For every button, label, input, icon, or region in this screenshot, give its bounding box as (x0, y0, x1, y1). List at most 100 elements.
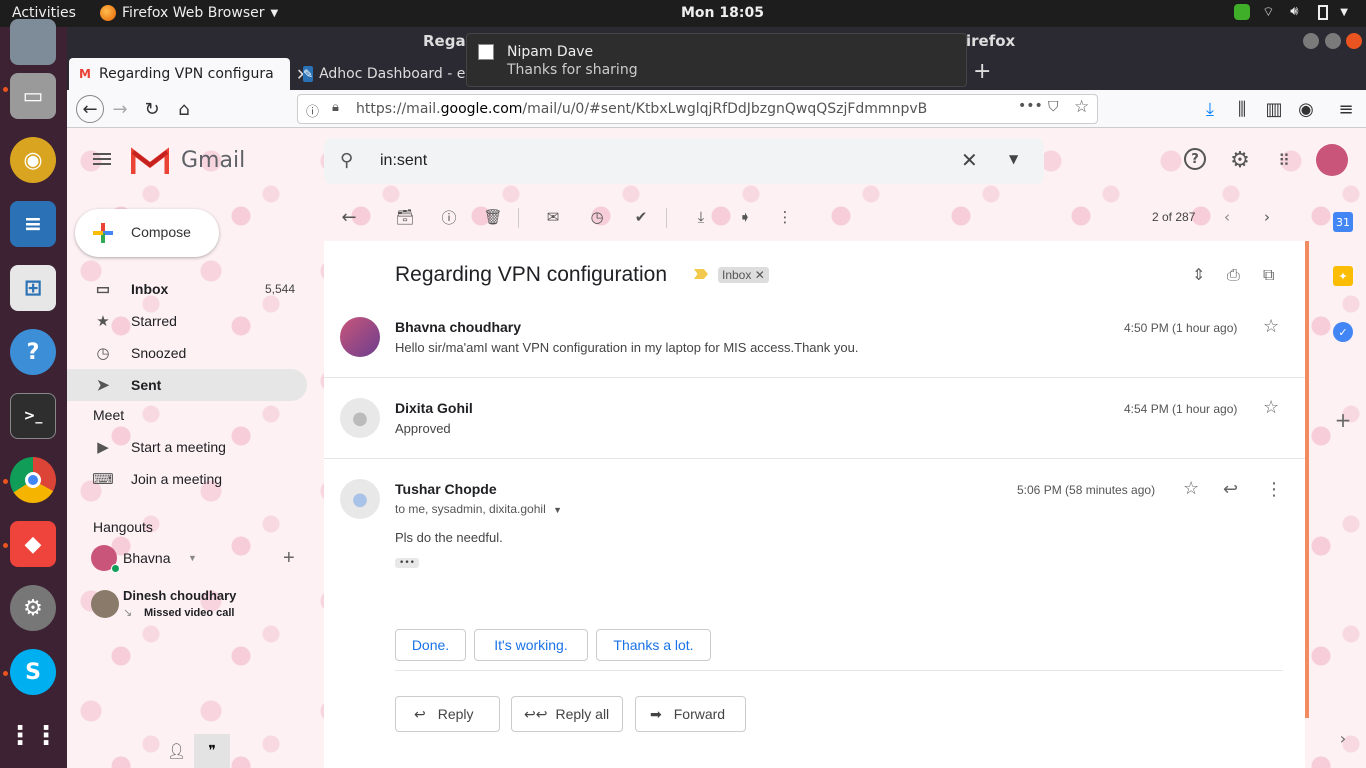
lock-icon[interactable]: 🔒︎ (332, 100, 339, 115)
system-tray[interactable]: ⌔ 🔊︎ ▼ (1234, 4, 1348, 20)
print-icon[interactable]: ⎙ (1227, 265, 1240, 285)
show-applications-icon[interactable]: ⋮⋮ (7, 713, 59, 759)
update-shield-icon[interactable] (1234, 4, 1251, 20)
search-input[interactable] (380, 148, 940, 174)
software-center-icon[interactable]: ⊞ (10, 265, 56, 311)
forward-button[interactable]: → (108, 97, 132, 121)
account-avatar[interactable] (1316, 144, 1348, 176)
mark-unread-icon[interactable]: ✉ (542, 206, 564, 228)
reload-button[interactable]: ↻ (140, 97, 164, 121)
notification-banner[interactable]: Nipam Dave Thanks for sharing (466, 33, 967, 87)
show-trimmed-content-icon[interactable]: ••• (395, 558, 419, 568)
download-icon[interactable]: ⤓ (1198, 97, 1222, 121)
join-meeting[interactable]: ⌨ Join a meeting (67, 463, 307, 495)
nav-inbox[interactable]: ▭ Inbox 5,544 (67, 273, 307, 305)
label-icon[interactable]: ➧ (734, 206, 756, 228)
delete-icon[interactable]: 🗑︎ (482, 206, 504, 228)
nav-snoozed[interactable]: ◷ Snoozed (67, 337, 307, 369)
tasks-icon[interactable]: ✓ (1333, 322, 1353, 342)
url-bar[interactable]: ⓘ 🔒︎ https://mail. google.com/mail/u/0/#s… (297, 94, 1098, 124)
expand-panel-icon[interactable]: › (1333, 728, 1353, 748)
thread-scrollbar[interactable] (1305, 241, 1309, 718)
settings-icon[interactable]: ⚙ (10, 585, 56, 631)
writer-icon[interactable]: ≡ (10, 201, 56, 247)
gmail-logo[interactable]: Gmail (131, 146, 245, 174)
skype-icon[interactable]: S (10, 649, 56, 695)
nav-starred[interactable]: ★ Starred (67, 305, 307, 337)
terminal-icon[interactable]: >_ (10, 393, 56, 439)
chrome-icon[interactable] (10, 457, 56, 503)
tab-adhoc-dashboard[interactable]: ✎ Adhoc Dashboard - en (295, 58, 465, 90)
keep-icon[interactable]: ✦ (1333, 266, 1353, 286)
add-contact-icon[interactable]: + (283, 547, 295, 570)
search-options-icon[interactable]: ▼ (1009, 152, 1018, 166)
smart-reply-chip[interactable]: Thanks a lot. (596, 629, 711, 661)
anydesk-icon[interactable]: ◆ (10, 521, 56, 567)
bookmark-star-icon[interactable]: ☆ (1074, 97, 1089, 117)
hangouts-user[interactable]: Bhavna ▼ + (67, 542, 307, 574)
back-button[interactable]: ← (76, 95, 104, 123)
compose-button[interactable]: Compose (75, 209, 219, 257)
search-icon[interactable]: ⚲ (340, 150, 353, 171)
files-icon[interactable]: ▭ (10, 73, 56, 119)
older-chevron-icon[interactable]: ‹ (1216, 206, 1238, 228)
reply-icon[interactable]: ↩ (1223, 479, 1238, 500)
sidebar-toggle-icon[interactable]: ▥ (1262, 97, 1286, 121)
apps-grid-icon[interactable]: ⠿ (1272, 148, 1296, 172)
more-vert-icon[interactable]: ⋮ (774, 206, 796, 228)
newer-chevron-icon[interactable]: › (1256, 206, 1278, 228)
rhythmbox-icon[interactable]: ◉ (10, 137, 56, 183)
chevron-down-icon[interactable]: ▼ (188, 553, 197, 563)
expand-all-icon[interactable]: ⇕ (1192, 265, 1205, 284)
star-icon[interactable]: ☆ (1263, 397, 1279, 418)
home-button[interactable]: ⌂ (172, 97, 196, 121)
inbox-label-chip[interactable]: Inbox ✕ (718, 267, 769, 283)
recipients-dropdown-icon[interactable]: ▼ (553, 505, 562, 515)
archive-icon[interactable]: 🗃︎ (394, 206, 416, 228)
calendar-icon[interactable]: 31 (1333, 212, 1353, 232)
smart-reply-chip[interactable]: Done. (395, 629, 466, 661)
forward-button[interactable]: ➡ Forward (635, 696, 746, 732)
message-collapsed[interactable]: Bhavna choudhary Hello sir/ma'amI want V… (324, 313, 1305, 377)
tab-gmail[interactable]: M Regarding VPN configura (69, 58, 290, 90)
maximize-button[interactable] (1325, 33, 1341, 49)
main-menu-icon[interactable] (93, 153, 111, 165)
snooze-icon[interactable]: ◷ (586, 206, 608, 228)
new-tab-button[interactable]: + (973, 59, 991, 84)
important-marker-icon[interactable] (694, 269, 708, 279)
move-to-icon[interactable]: ⤓ (690, 206, 712, 228)
report-spam-icon[interactable]: ⓘ (438, 206, 460, 228)
open-new-window-icon[interactable]: ⧉ (1263, 265, 1274, 285)
reply-button[interactable]: ↩ Reply (395, 696, 500, 732)
minimize-button[interactable] (1303, 33, 1319, 49)
email-client-icon[interactable] (10, 19, 56, 65)
nav-sent[interactable]: ➤ Sent (67, 369, 307, 401)
hangouts-chat-icon[interactable]: ❞ (194, 734, 230, 768)
message-collapsed[interactable]: ● Dixita Gohil Approved 4:54 PM (1 hour … (324, 394, 1305, 458)
reply-all-button[interactable]: ↩↩ Reply all (511, 696, 623, 732)
support-icon[interactable]: ? (1184, 148, 1206, 170)
star-icon[interactable]: ☆ (1183, 478, 1199, 499)
info-icon[interactable]: ⓘ (306, 101, 319, 120)
page-actions-icon[interactable]: ••• (1018, 98, 1043, 114)
more-vert-icon[interactable]: ⋮ (1265, 479, 1283, 500)
clock[interactable]: Mon 18:05 (681, 5, 764, 21)
pocket-icon[interactable]: ⛉ (1048, 99, 1059, 115)
get-addons-icon[interactable]: + (1333, 408, 1353, 432)
back-arrow-icon[interactable]: ← (338, 206, 360, 228)
library-icon[interactable]: ⫼ (1230, 97, 1254, 121)
menu-icon[interactable]: ≡ (1334, 97, 1358, 121)
help-icon[interactable]: ? (10, 329, 56, 375)
account-icon[interactable]: ◉ (1294, 97, 1318, 121)
settings-gear-icon[interactable]: ⚙ (1228, 148, 1252, 173)
add-task-icon[interactable]: ✔ (630, 206, 652, 228)
star-icon[interactable]: ☆ (1263, 316, 1279, 337)
smart-reply-chip[interactable]: It's working. (474, 629, 588, 661)
app-menu[interactable]: Firefox Web Browser ▼ (100, 5, 278, 21)
start-meeting[interactable]: ▶ Start a meeting (67, 431, 307, 463)
contacts-person-icon[interactable]: 👤︎ (167, 742, 186, 760)
clear-search-icon[interactable]: ✕ (961, 148, 978, 172)
recipients-line[interactable]: to me, sysadmin, dixita.gohil ▼ (395, 502, 562, 516)
close-button[interactable] (1346, 33, 1362, 49)
hangouts-contact[interactable]: Dinesh choudhary ↘ Missed video call (89, 588, 299, 624)
